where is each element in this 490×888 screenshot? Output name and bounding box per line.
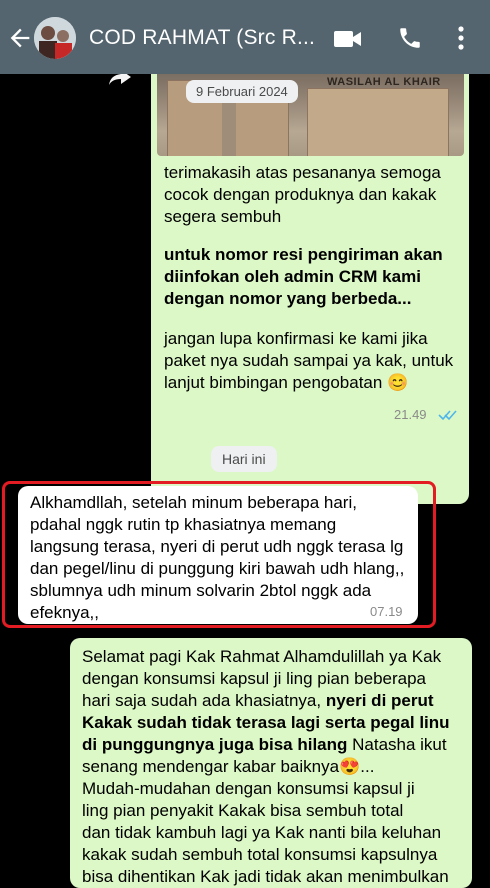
message-text: lanjut bimbingan pengobatan	[164, 373, 383, 392]
message-text: paket nya sudah sampai ya kak, untuk	[164, 351, 454, 370]
message-text: lanjut bimbingan pengobatan 😊	[164, 372, 408, 394]
message-text: hari saja sudah ada khasiatnya,	[82, 691, 326, 710]
message-text: senang mendengar kabar baiknya😍...	[82, 756, 374, 778]
date-label: 9 Februari 2024	[186, 80, 298, 103]
message-text: cocok dengan produknya dan kakak	[164, 185, 437, 204]
message-text: jangan lupa konfirmasi ke kami jika	[164, 329, 428, 348]
photo-label: WASILAH AL KHAIR	[327, 76, 441, 88]
message-text-bold: dengan nomor yang berbeda...	[164, 289, 412, 308]
message-text-bold: diinfokan oleh admin CRM kami	[164, 267, 421, 286]
video-call-icon[interactable]	[333, 28, 363, 50]
read-ticks-icon	[438, 410, 457, 421]
phone-icon[interactable]	[397, 25, 423, 51]
message-text: di punggungnya juga bisa hilang Natasha …	[82, 734, 447, 756]
message-text: kakak sudah sembuh total konsumsi kapsul…	[82, 845, 438, 864]
message-text: hari saja sudah ada khasiatnya, nyeri di…	[82, 690, 434, 712]
message-text: dan tidak kambuh lagi ya Kak nanti bila …	[82, 823, 442, 842]
heart-eyes-emoji-icon: 😍	[339, 757, 361, 776]
message-text: senang mendengar kabar baiknya	[82, 757, 340, 776]
message-text: ling pian penyakit Kakak bisa sembuh tot…	[82, 801, 404, 820]
more-vertical-icon[interactable]	[452, 24, 470, 52]
package-box	[307, 88, 449, 156]
message-text: ...	[360, 757, 375, 776]
message-text: Natasha ikut	[347, 735, 447, 754]
message-text: segera sembuh	[164, 207, 282, 226]
message-text: Mudah-mudahan dengan konsumsi kapsul ji	[82, 779, 415, 798]
message-text-bold: nyeri di perut	[325, 691, 434, 710]
chat-header: COD RAHMAT (Src R...	[0, 0, 490, 74]
message-text: terimakasih atas pesananya semoga	[164, 163, 441, 182]
message-time: 21.49	[394, 407, 427, 422]
highlight-frame	[2, 481, 436, 628]
message-text: bisa dihentikan Kak jadi tidak akan meni…	[82, 867, 449, 886]
message-text: dengan konsumsi kapsul ji ling pian bebe…	[82, 669, 427, 688]
chat-area[interactable]: WASILAH AL KHAIR 9 Februari 2024 terimak…	[0, 64, 490, 888]
today-date-label: Hari ini	[211, 446, 277, 472]
back-arrow-icon[interactable]	[6, 24, 34, 52]
message-text-bold: Kakak sudah tidak terasa lagi serta pega…	[82, 713, 450, 732]
message-text-bold: untuk nomor resi pengiriman akan	[164, 245, 443, 264]
smile-emoji-icon: 😊	[387, 373, 409, 392]
message-text: Selamat pagi Kak Rahmat Alhamdulillah ya…	[82, 647, 442, 666]
message-text-bold: di punggungnya juga bisa hilang	[82, 735, 348, 754]
contact-name[interactable]: COD RAHMAT (Src R...	[89, 26, 315, 50]
avatar[interactable]	[34, 17, 76, 59]
